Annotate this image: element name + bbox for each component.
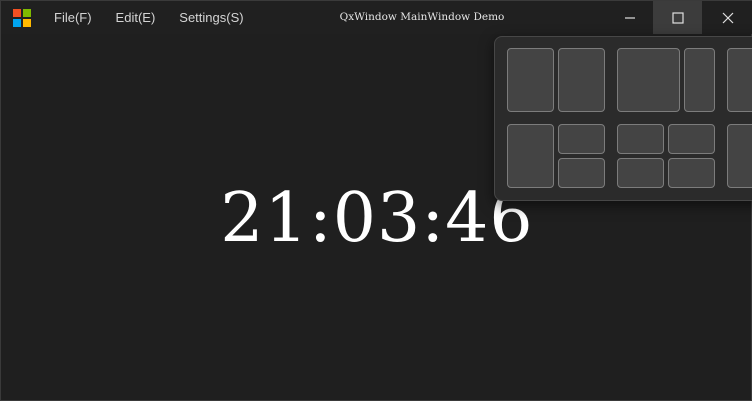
window-title: QxWindow MainWindow Demo bbox=[339, 11, 505, 23]
snap-zone[interactable] bbox=[668, 124, 715, 154]
close-button[interactable] bbox=[703, 1, 752, 34]
logo-blue-square bbox=[13, 19, 21, 27]
windows-logo-icon bbox=[13, 9, 31, 27]
menu-bar: File(F) Edit(E) Settings(S) bbox=[42, 1, 256, 34]
snap-zone[interactable] bbox=[558, 48, 605, 112]
snap-zone[interactable] bbox=[727, 48, 752, 112]
snap-layout-wide-left-narrow-right[interactable] bbox=[617, 48, 715, 112]
snap-zone[interactable] bbox=[617, 158, 664, 188]
snap-layout-two-equal-columns[interactable] bbox=[507, 48, 605, 112]
snap-layout-partial-third-top[interactable] bbox=[727, 48, 752, 112]
menu-settings[interactable]: Settings(S) bbox=[167, 1, 255, 34]
snap-zone[interactable] bbox=[507, 124, 554, 188]
maximize-button[interactable] bbox=[653, 1, 702, 34]
menu-edit[interactable]: Edit(E) bbox=[104, 1, 168, 34]
maximize-icon bbox=[671, 11, 684, 24]
close-icon bbox=[722, 12, 733, 23]
snap-layout-partial-third-bottom[interactable] bbox=[727, 124, 752, 188]
snap-zone[interactable] bbox=[727, 124, 752, 188]
logo-green-square bbox=[23, 9, 31, 17]
menu-file[interactable]: File(F) bbox=[42, 1, 104, 34]
logo-red-square bbox=[13, 9, 21, 17]
snap-zone[interactable] bbox=[507, 48, 554, 112]
title-bar[interactable]: File(F) Edit(E) Settings(S) QxWindow Mai… bbox=[1, 1, 752, 34]
logo-yellow-square bbox=[23, 19, 31, 27]
snap-zone[interactable] bbox=[558, 124, 605, 154]
snap-zone[interactable] bbox=[684, 48, 715, 112]
snap-zone[interactable] bbox=[558, 158, 605, 188]
snap-layout-left-column-right-stacked[interactable] bbox=[507, 124, 605, 188]
snap-zone[interactable] bbox=[617, 48, 680, 112]
minimize-button[interactable] bbox=[605, 1, 654, 34]
minimize-icon bbox=[624, 16, 635, 19]
main-window: File(F) Edit(E) Settings(S) QxWindow Mai… bbox=[0, 0, 752, 401]
snap-zone[interactable] bbox=[617, 124, 664, 154]
snap-layout-four-quadrants[interactable] bbox=[617, 124, 715, 188]
snap-layouts-flyout bbox=[494, 36, 752, 201]
snap-zone[interactable] bbox=[668, 158, 715, 188]
